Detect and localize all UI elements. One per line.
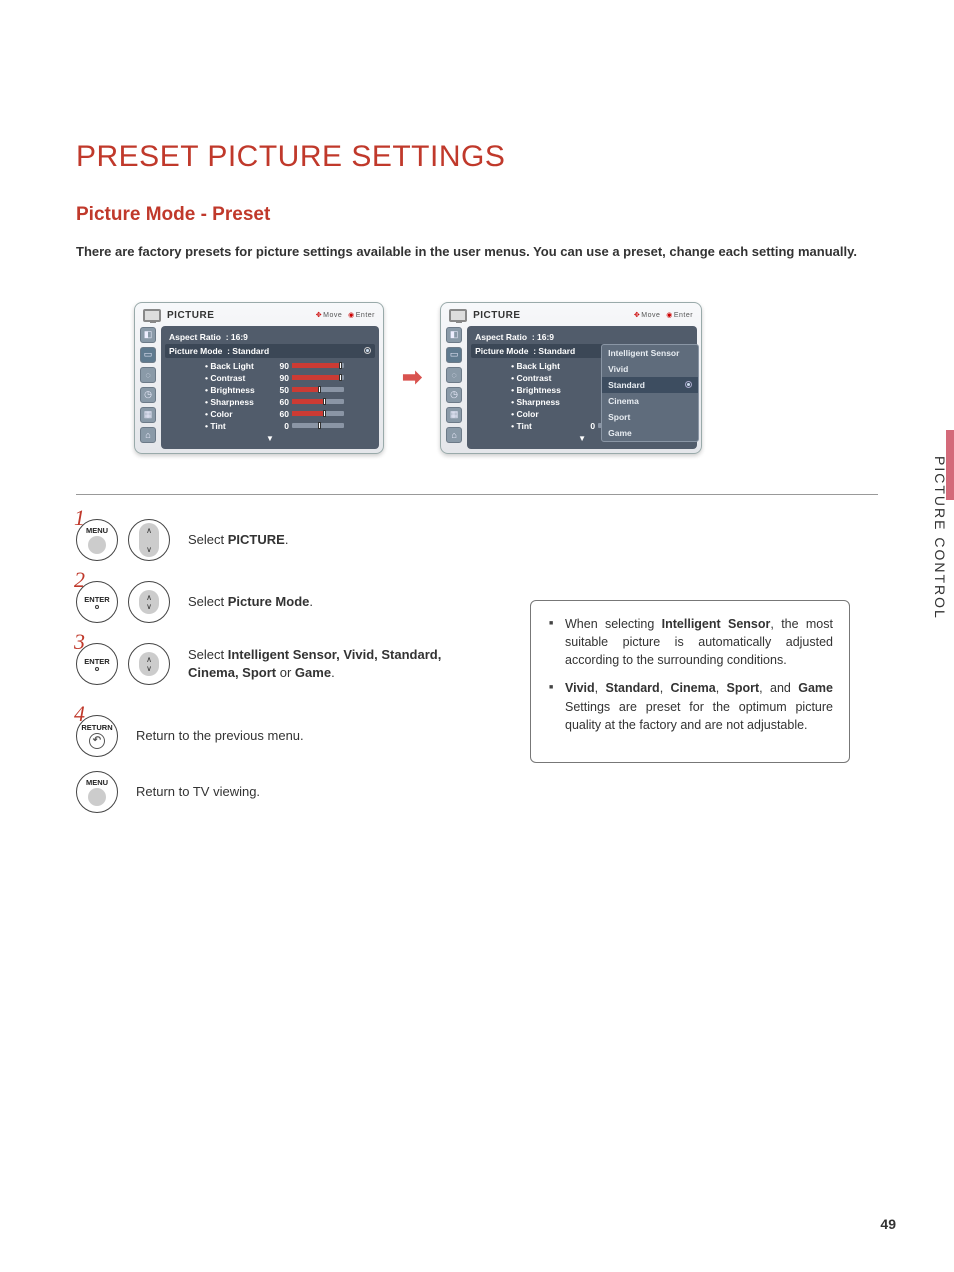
- monitor-icon: [449, 309, 467, 322]
- tint-bar: [292, 423, 344, 428]
- page-subtitle: Picture Mode - Preset: [76, 204, 878, 226]
- popup-item[interactable]: Game: [602, 425, 698, 441]
- osd-icon: ◷: [446, 387, 462, 403]
- step-5: MENU Return to TV viewing.: [76, 771, 878, 813]
- param-row: • Contrast90: [205, 372, 375, 384]
- tint-value: 0: [271, 421, 289, 431]
- rocker-vertical[interactable]: ∧∨: [128, 581, 170, 623]
- side-tab-label: PICTURE CONTROL: [932, 456, 948, 620]
- page-number: 49: [880, 1216, 896, 1232]
- picture-mode-popup[interactable]: Intelligent SensorVividStandardCinemaSpo…: [601, 344, 699, 442]
- step-5-text: Return to TV viewing.: [136, 783, 260, 801]
- divider: [76, 494, 878, 495]
- intro-text: There are factory presets for picture se…: [76, 242, 878, 262]
- param-row: • Sharpness60: [205, 396, 375, 408]
- osd-icon: ▦: [446, 407, 462, 423]
- page-title: PRESET PICTURE SETTINGS: [76, 140, 878, 174]
- tint-value: 0: [577, 421, 595, 431]
- info-item-1: When selecting Intelligent Sensor, the m…: [561, 615, 833, 669]
- param-row: • Brightness50: [205, 384, 375, 396]
- osd-icon: ◷: [140, 387, 156, 403]
- rocker-vertical[interactable]: ∧∨: [128, 519, 170, 561]
- monitor-icon: [143, 309, 161, 322]
- osd-category-icons: ◧ ▭ ◌ ◷ ▦ ⌂: [137, 324, 159, 451]
- tint-label: • Tint: [205, 421, 271, 431]
- osd-icon: ◌: [446, 367, 462, 383]
- osd-icon: ▦: [140, 407, 156, 423]
- step-2-text: Select Picture Mode.: [188, 593, 313, 611]
- osd-icon: ◧: [446, 327, 462, 343]
- radio-icon: [364, 347, 371, 354]
- osd-row-picture-mode[interactable]: Picture Mode : Standard: [165, 344, 375, 358]
- osd-category-icons: ◧ ▭ ◌ ◷ ▦ ⌂: [443, 324, 465, 451]
- step-1: 1 MENU ∧∨ Select PICTURE.: [76, 519, 878, 561]
- osd-icon: ⌂: [140, 427, 156, 443]
- osd-icon: ▭: [446, 347, 462, 363]
- osd-sublist: • Back Light90• Contrast90• Brightness50…: [205, 358, 375, 420]
- arrow-right-icon: ➡: [402, 363, 422, 392]
- popup-item[interactable]: Sport: [602, 409, 698, 425]
- menu-button[interactable]: MENU: [76, 771, 118, 813]
- caret-down-icon: ▼: [165, 434, 375, 443]
- popup-item[interactable]: Vivid: [602, 361, 698, 377]
- osd-hints: ✥Move ◉Enter: [633, 311, 693, 319]
- step-1-text: Select PICTURE.: [188, 531, 288, 549]
- osd-icon: ◧: [140, 327, 156, 343]
- step-4-text: Return to the previous menu.: [136, 727, 304, 745]
- side-tab: PICTURE CONTROL: [926, 430, 954, 630]
- osd-header-title: PICTURE: [473, 310, 520, 321]
- info-item-2: Vivid, Standard, Cinema, Sport, and Game…: [561, 679, 833, 733]
- param-row: • Color60: [205, 408, 375, 420]
- osd-panel-left: PICTURE ✥Move ◉Enter ◧ ▭ ◌ ◷ ▦ ⌂ Aspec: [134, 302, 384, 454]
- tint-label: • Tint: [511, 421, 577, 431]
- step-3-text: Select Intelligent Sensor, Vivid, Standa…: [188, 646, 468, 681]
- osd-header-title: PICTURE: [167, 310, 214, 321]
- osd-icon: ▭: [140, 347, 156, 363]
- popup-item[interactable]: Standard: [602, 377, 698, 393]
- osd-row-aspect: Aspect Ratio : 16:9: [165, 330, 375, 344]
- popup-item[interactable]: Cinema: [602, 393, 698, 409]
- osd-icon: ◌: [140, 367, 156, 383]
- osd-panels-row: PICTURE ✥Move ◉Enter ◧ ▭ ◌ ◷ ▦ ⌂ Aspec: [134, 302, 878, 454]
- osd-row-aspect: Aspect Ratio : 16:9: [471, 330, 693, 344]
- param-row: • Back Light90: [205, 360, 375, 372]
- popup-item[interactable]: Intelligent Sensor: [602, 345, 698, 361]
- rocker-vertical[interactable]: ∧∨: [128, 643, 170, 685]
- osd-icon: ⌂: [446, 427, 462, 443]
- osd-panel-right: PICTURE ✥Move ◉Enter ◧ ▭ ◌ ◷ ▦ ⌂ Aspec: [440, 302, 702, 454]
- osd-hints: ✥Move ◉Enter: [315, 311, 375, 319]
- info-box: When selecting Intelligent Sensor, the m…: [530, 600, 850, 763]
